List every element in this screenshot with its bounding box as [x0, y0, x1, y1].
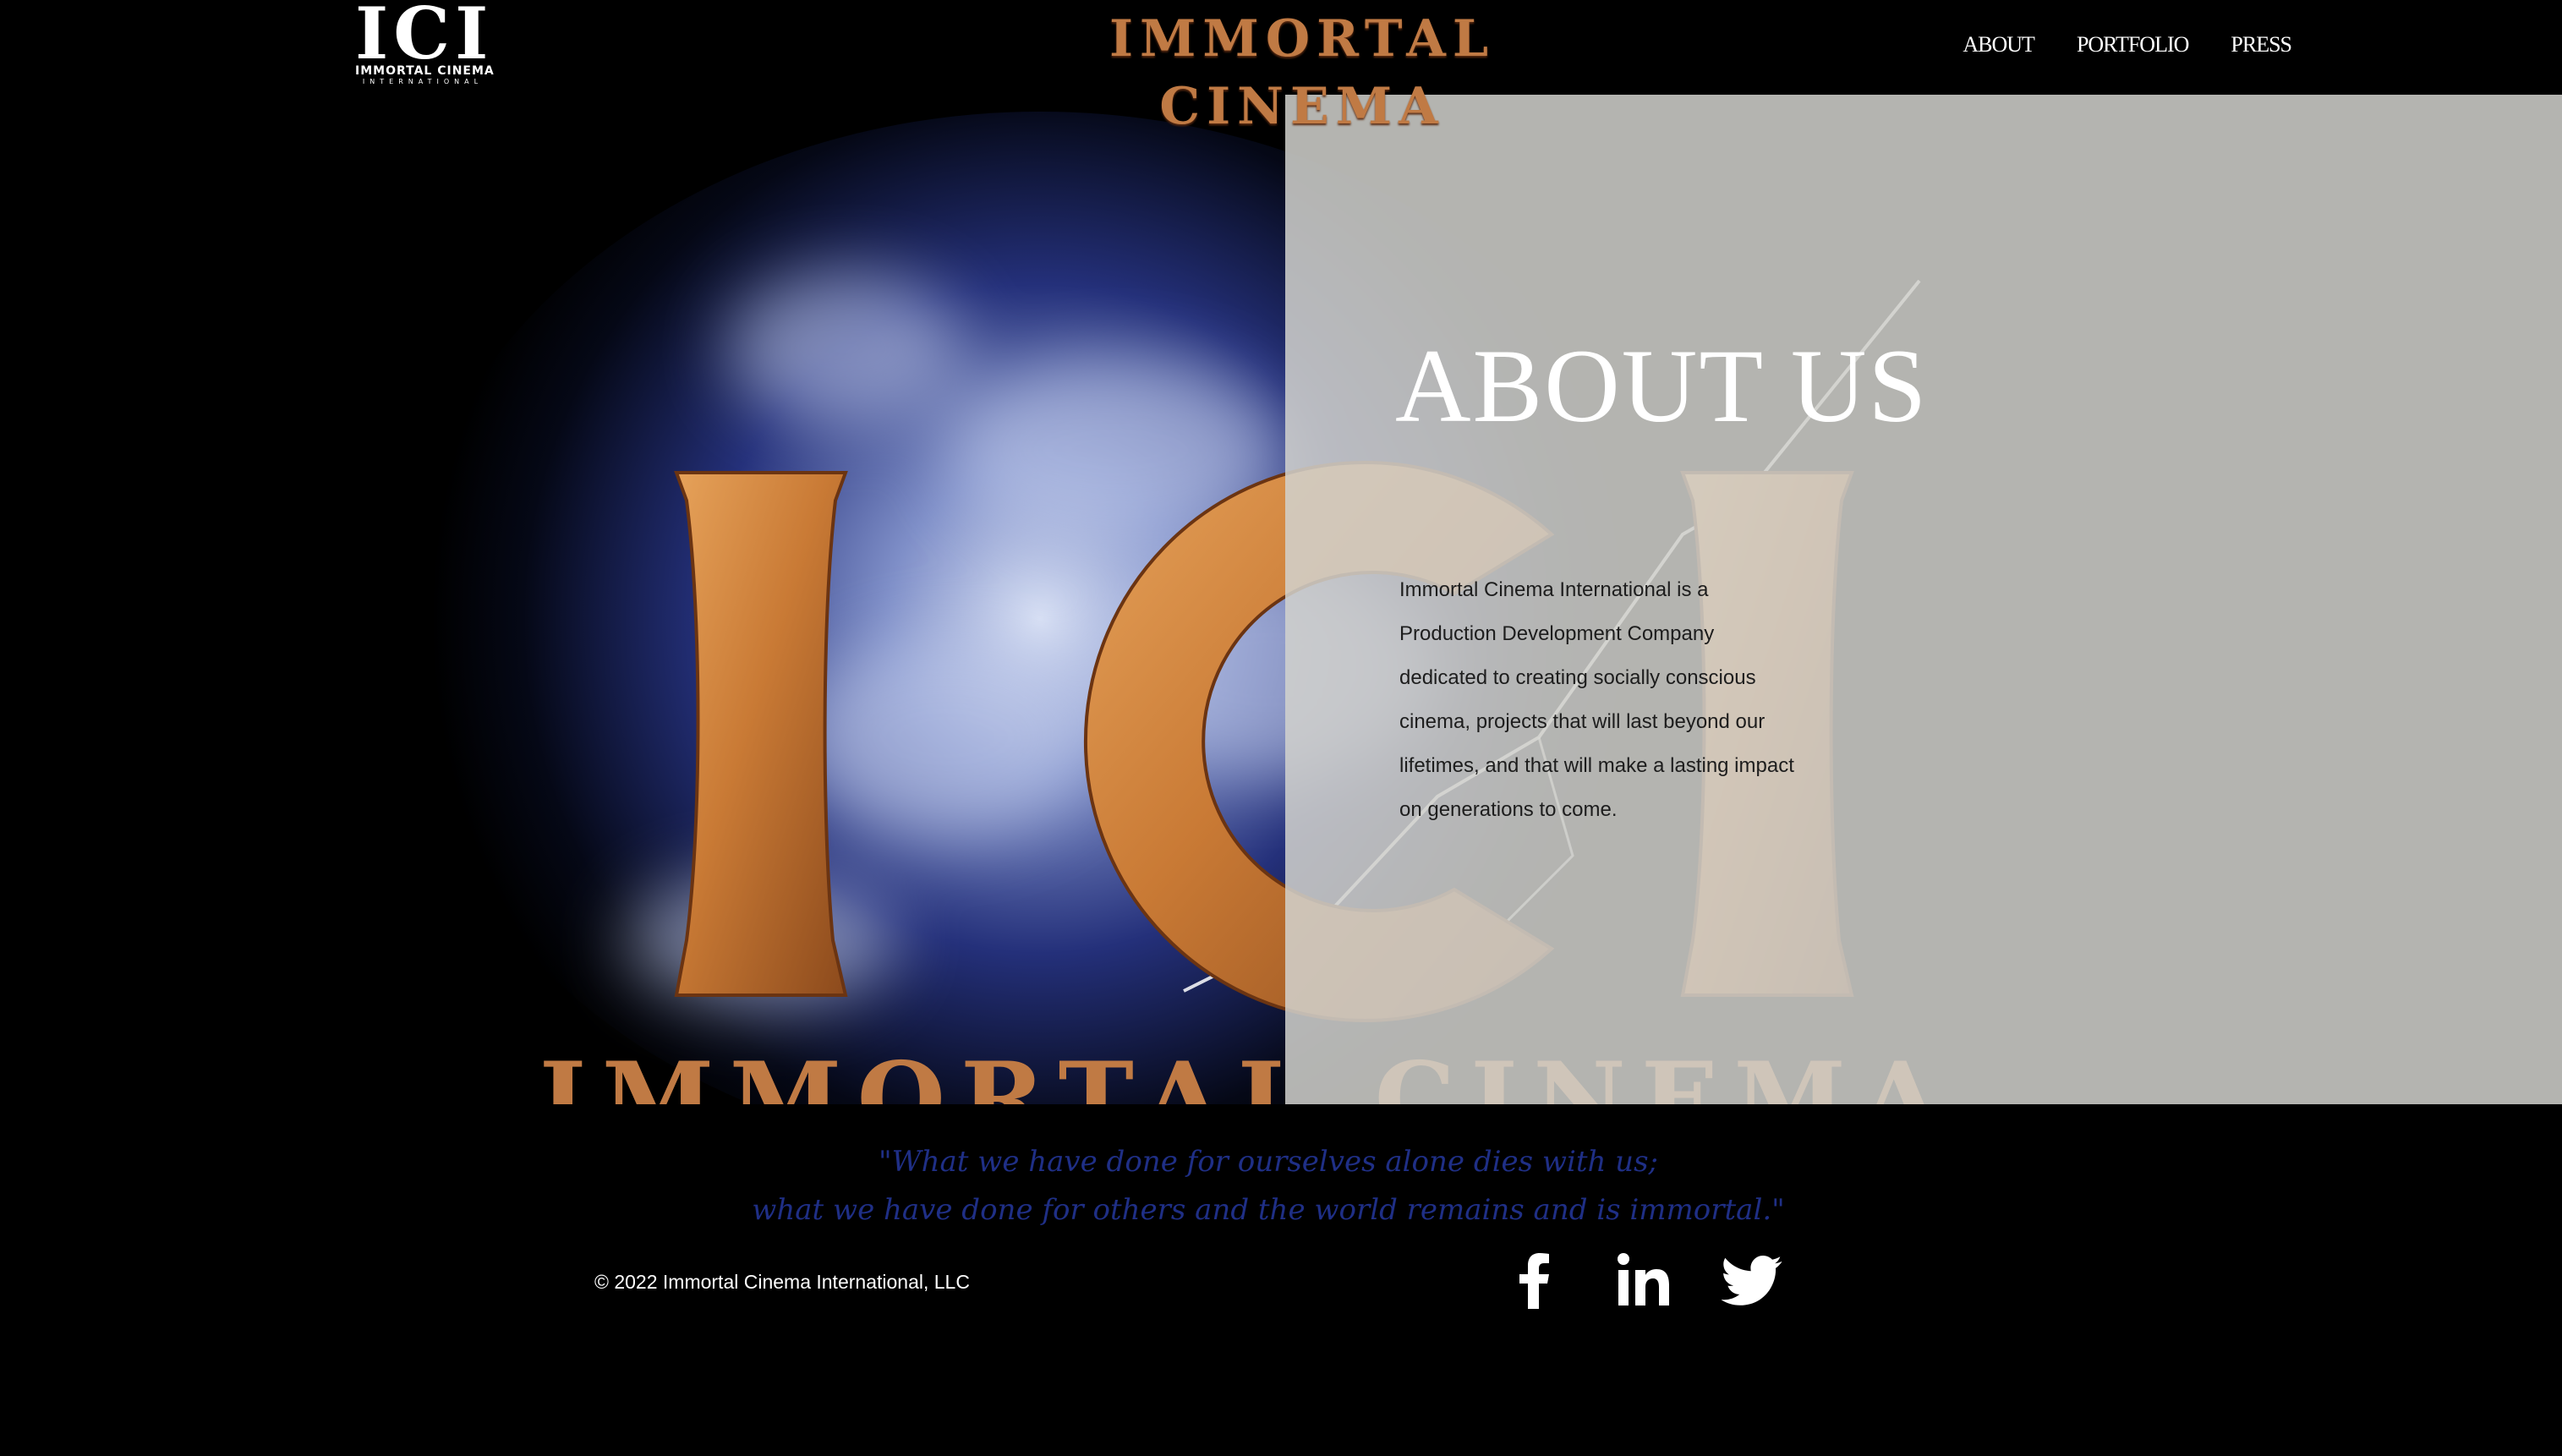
site-title: IMMORTAL CINEMA [1109, 9, 1496, 136]
logo-line2: INTERNATIONAL [362, 78, 484, 85]
about-description: Immortal Cinema International is a Produ… [1399, 578, 1794, 821]
linkedin-icon[interactable] [1613, 1250, 1674, 1311]
social-links [1505, 1250, 1782, 1311]
nav-press[interactable]: PRESS [2231, 32, 2292, 57]
quote-line-2: what we have done for others and the wor… [752, 1193, 1785, 1227]
copyright-text: © 2022 Immortal Cinema International, LL… [594, 1271, 970, 1293]
twitter-icon[interactable] [1722, 1250, 1782, 1311]
footer-quote: "What we have done for ourselves alone d… [440, 1138, 2097, 1234]
main-nav: ABOUT PORTFOLIO PRESS [1963, 32, 2292, 57]
hero-section: IMMORTAL CINEMA ABOUT US Immortal Cinema… [0, 95, 2562, 1104]
ici-logo[interactable]: ICI IMMORTAL CINEMA INTERNATIONAL [355, 0, 495, 91]
facebook-icon[interactable] [1505, 1250, 1566, 1311]
about-heading: ABOUT US [1395, 328, 1929, 444]
site-header: ICI IMMORTAL CINEMA INTERNATIONAL IMMORT… [0, 0, 2562, 136]
quote-line-1: "What we have done for ourselves alone d… [879, 1145, 1658, 1179]
nav-portfolio[interactable]: PORTFOLIO [2077, 32, 2189, 57]
logo-line1: IMMORTAL CINEMA [355, 64, 495, 78]
logo-mark: ICI [355, 0, 494, 75]
nav-about[interactable]: ABOUT [1963, 32, 2035, 57]
